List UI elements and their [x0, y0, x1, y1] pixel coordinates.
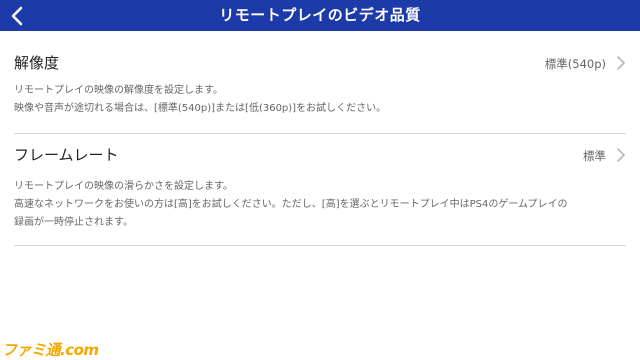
resolution-value: 標準(540p): [544, 57, 606, 71]
divider: [14, 245, 626, 246]
frame-rate-description-line-3: 録画が一時停止されます。: [14, 217, 133, 228]
frame-rate-title: フレームレート: [14, 146, 119, 164]
frame-rate-description-line-2: 高速なネットワークをお使いの方は[高]をお試しください。ただし、[高]を選ぶとリ…: [14, 199, 568, 210]
resolution-description-line-1: リモートプレイの映像の解像度を設定します。: [14, 85, 223, 96]
chevron-right-icon: [617, 56, 625, 70]
frame-rate-setting-row[interactable]: フレームレート 標準 リモートプレイの映像の滑らかさを設定します。 高速なネット…: [14, 134, 626, 244]
resolution-description-line-2: 映像や音声が途切れる場合は、[標準(540p)]または[低(360p)]をお試し…: [14, 103, 387, 114]
video-quality-screen: リモートプレイのビデオ品質 解像度 標準(540p) リモートプレイの映像の解像…: [0, 0, 640, 360]
navigation-bar: リモートプレイのビデオ品質: [0, 0, 640, 31]
page-title: リモートプレイのビデオ品質: [219, 6, 421, 24]
resolution-setting-row[interactable]: 解像度 標準(540p) リモートプレイの映像の解像度を設定します。 映像や音声…: [14, 42, 626, 132]
frame-rate-description-line-1: リモートプレイの映像の滑らかさを設定します。: [14, 181, 233, 192]
resolution-title: 解像度: [14, 54, 60, 72]
frame-rate-value: 標準: [583, 149, 606, 163]
watermark-logo: ファミ通.com: [2, 341, 99, 359]
chevron-right-icon: [617, 148, 625, 162]
